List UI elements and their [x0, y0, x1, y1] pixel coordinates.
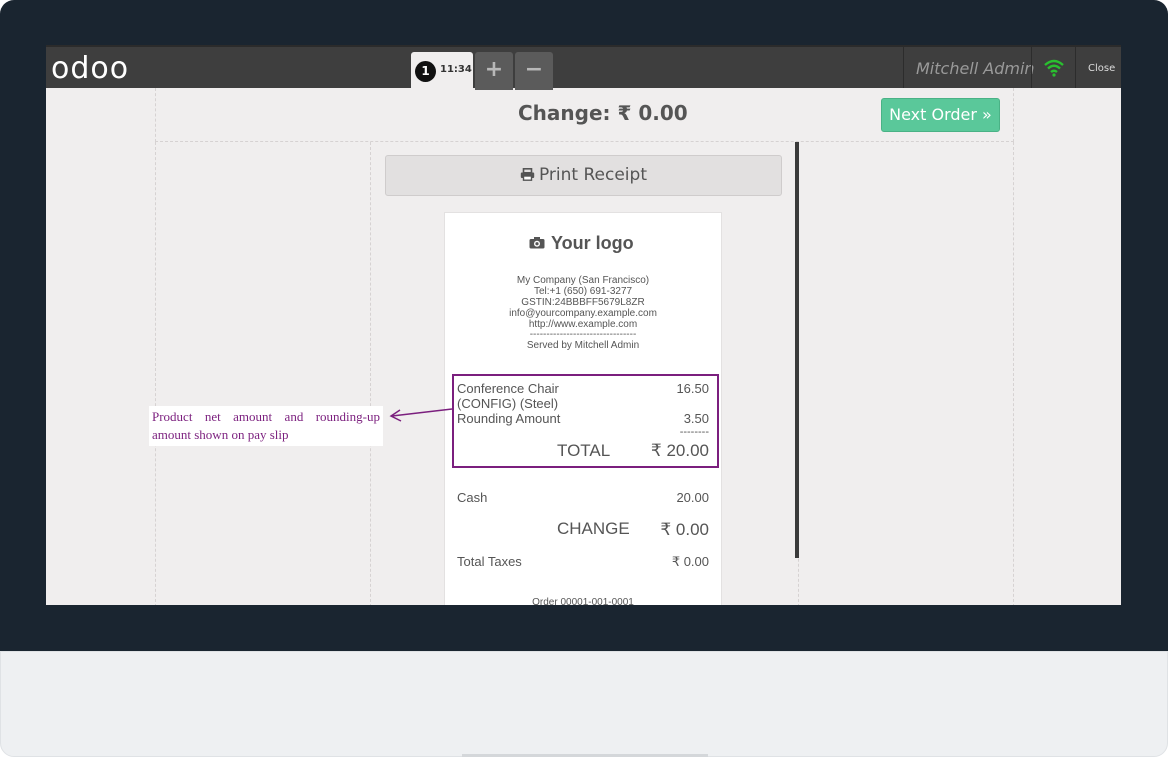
receipt-logo: Your logo: [529, 233, 634, 254]
order-tab[interactable]: 1 11:34: [411, 52, 473, 90]
change-label: CHANGE: [557, 519, 630, 538]
add-order-button[interactable]: +: [475, 52, 513, 90]
company-name: My Company (San Francisco): [516, 275, 650, 286]
right-column: [798, 142, 1014, 605]
print-receipt-button[interactable]: Print Receipt: [385, 155, 782, 196]
order-time: 11:34: [440, 64, 472, 75]
next-order-button[interactable]: Next Order »: [881, 98, 1000, 132]
order-number-badge: 1: [415, 61, 436, 82]
header-separator: --------------------------------: [529, 329, 637, 340]
navbar-divider: [1075, 47, 1076, 88]
monitor-chin: [0, 651, 1168, 757]
payment-amount: 20.00: [676, 490, 709, 505]
camera-icon: [529, 237, 545, 249]
receipt-logo-text: Your logo: [551, 233, 634, 253]
taxes-value: ₹ 0.00: [671, 554, 709, 569]
change-value: ₹ 0.00: [660, 520, 709, 539]
pos-screen: odoo 1 11:34 + − Mitchell Admin Close Ch…: [46, 45, 1121, 605]
annotation-arrow: [389, 408, 453, 422]
scrollbar[interactable]: [795, 142, 799, 558]
annotation-callout: Product net amount and rounding-up amoun…: [149, 406, 383, 446]
payment-method: Cash: [457, 490, 488, 505]
odoo-logo: odoo: [51, 51, 130, 86]
navbar-divider: [903, 47, 904, 88]
pos-navbar: odoo 1 11:34 + − Mitchell Admin Close: [46, 45, 1121, 90]
highlight-box: [452, 374, 719, 468]
company-gstin: GSTIN:24BBBFF5679L8ZR: [521, 297, 645, 308]
wifi-icon[interactable]: [1044, 59, 1064, 77]
close-button[interactable]: Close: [1088, 63, 1115, 74]
company-phone: Tel:+1 (650) 691-3277: [533, 286, 633, 297]
print-receipt-label: Print Receipt: [538, 165, 647, 185]
monitor-frame: odoo 1 11:34 + − Mitchell Admin Close Ch…: [0, 0, 1168, 757]
left-column: [155, 142, 371, 605]
receipt-company-info: My Company (San Francisco) Tel:+1 (650) …: [445, 275, 721, 351]
company-email: info@yourcompany.example.com: [509, 308, 657, 319]
cashier-name[interactable]: Mitchell Admin: [916, 59, 1035, 78]
served-by: Served by Mitchell Admin: [526, 340, 640, 351]
navbar-divider: [1031, 47, 1032, 88]
printer-icon: [520, 168, 535, 181]
taxes-label: Total Taxes: [457, 554, 522, 569]
change-title: Change: ₹ 0.00: [518, 101, 688, 125]
order-reference: Order 00001-001-0001: [532, 597, 634, 605]
remove-order-button[interactable]: −: [515, 52, 553, 90]
